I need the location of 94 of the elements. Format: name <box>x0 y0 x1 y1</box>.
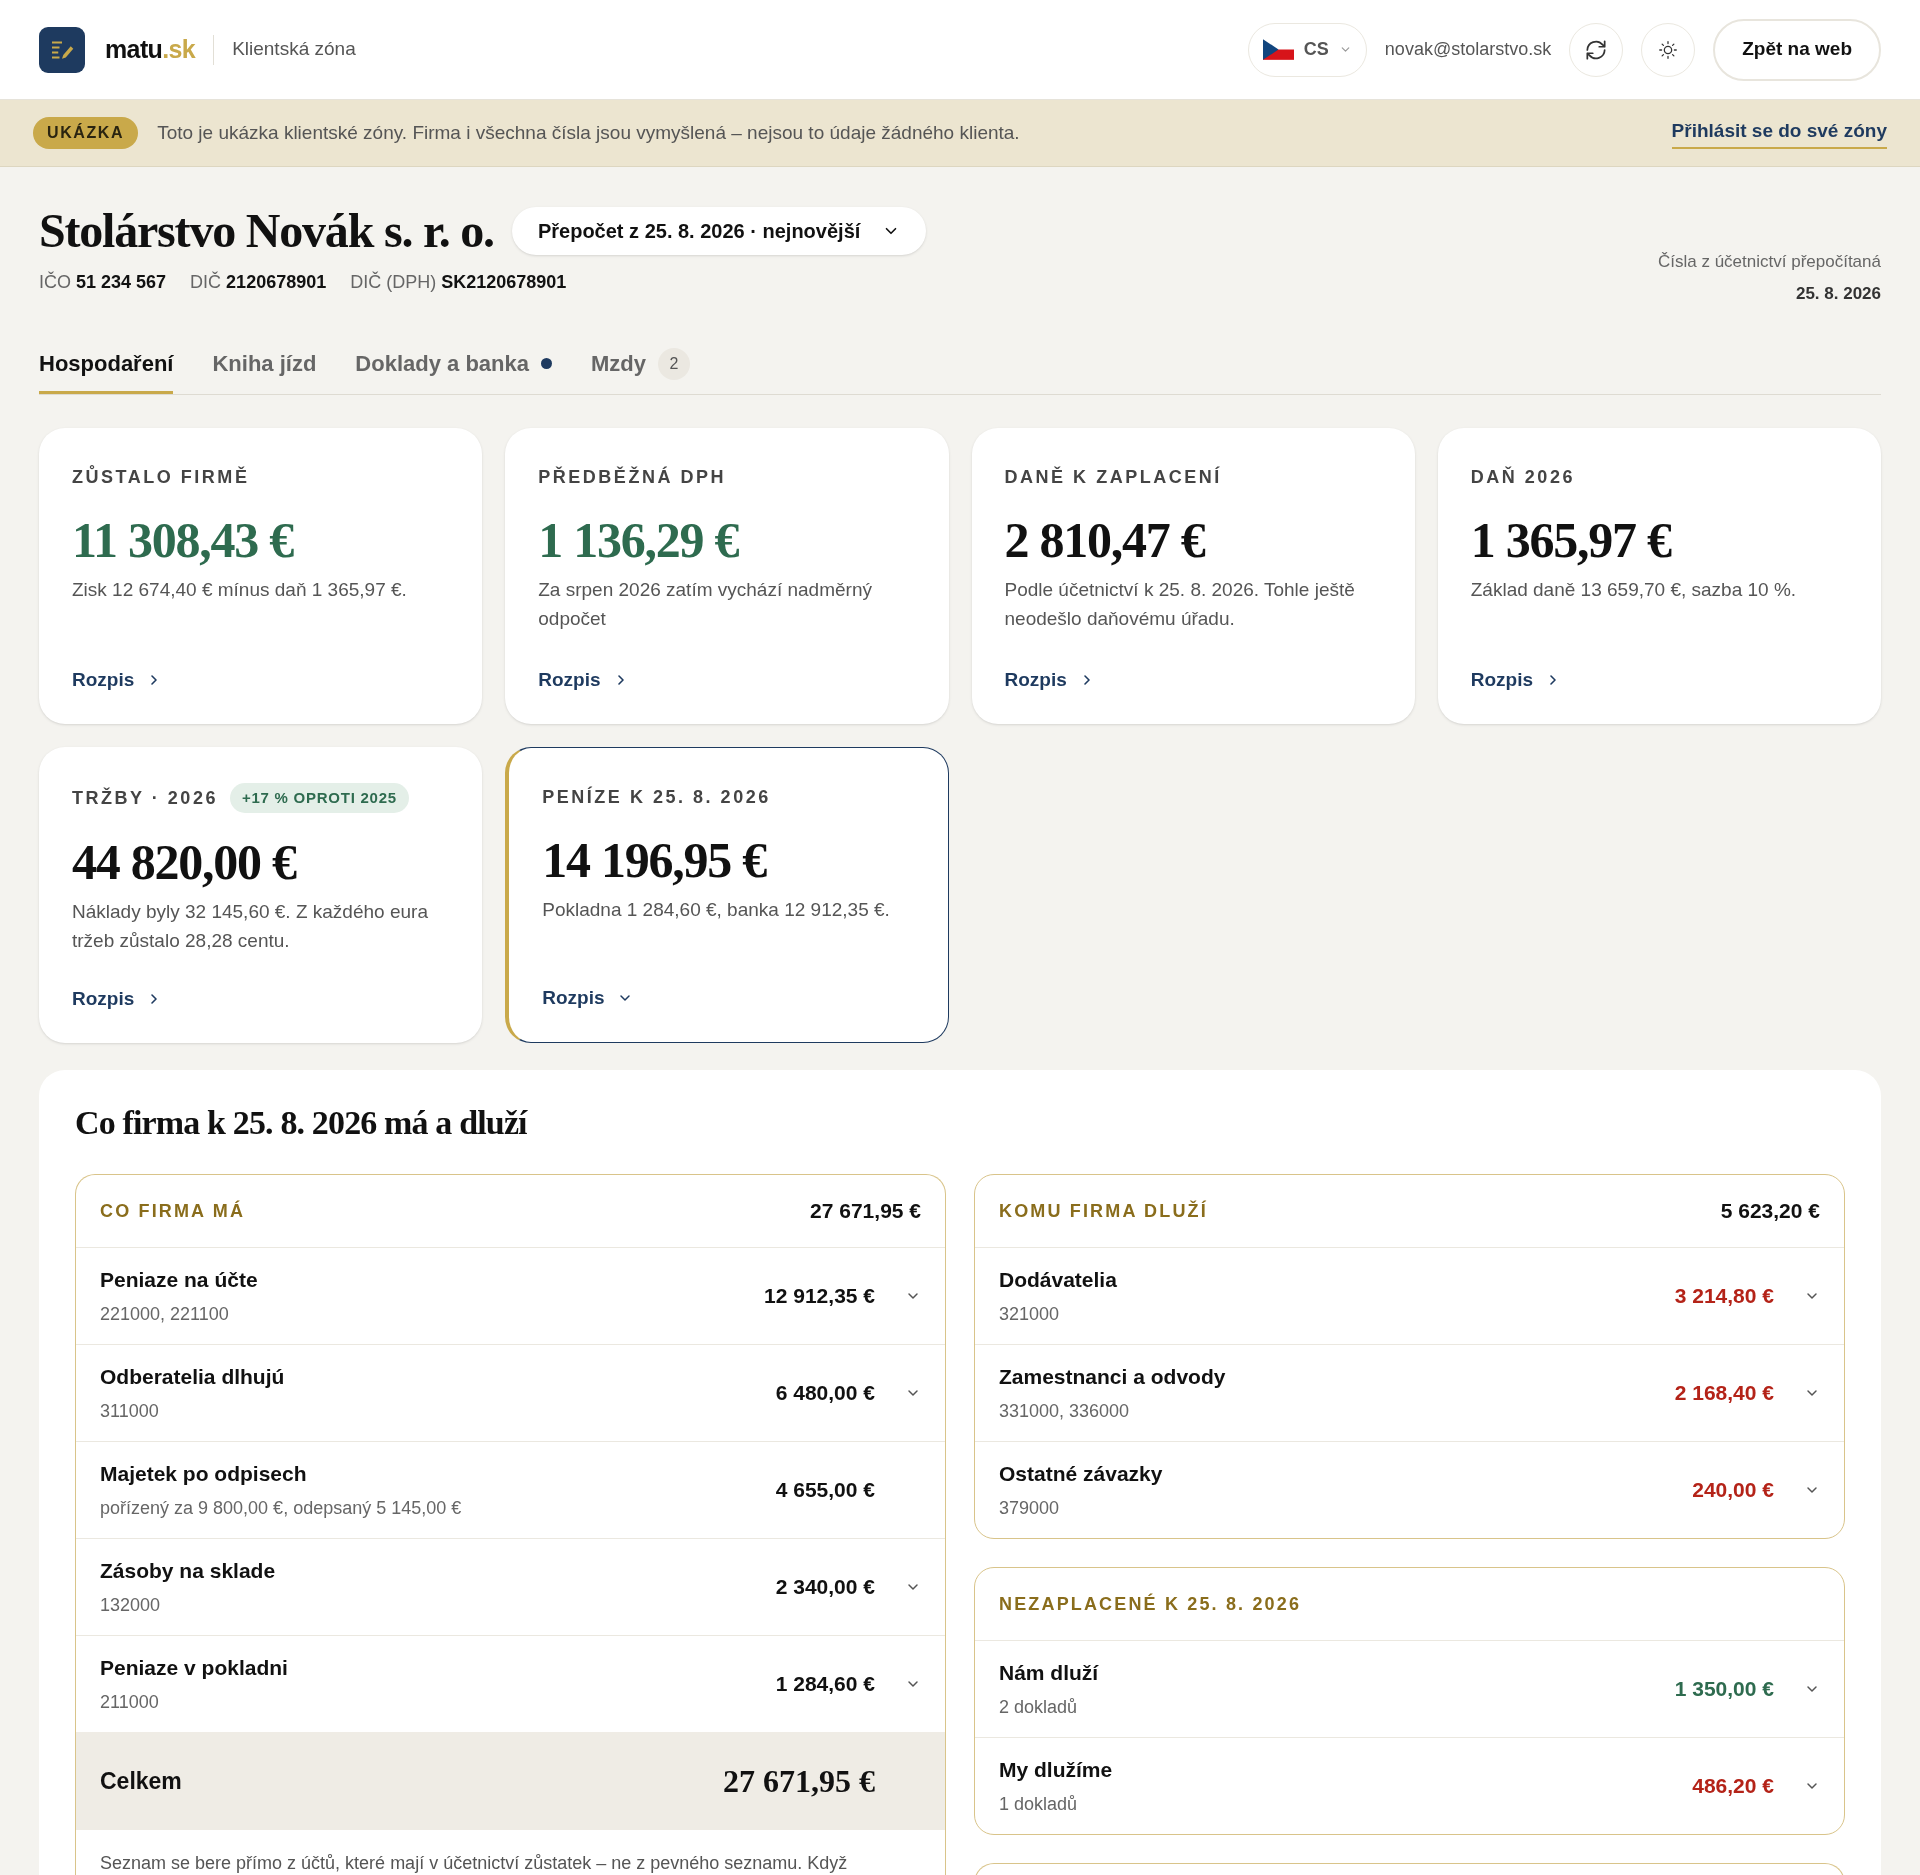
row-label: Nám dluží <box>999 1659 1100 1686</box>
banner-text: Toto je ukázka klientské zóny. Firma i všechna čísla jsou vymyšlená – nejsou to údaje žádného klienta. <box>157 120 1020 145</box>
panel-total: 27 671,95 € <box>810 1198 921 1225</box>
card-value: 44 820,00 € <box>72 837 298 887</box>
row-amount: 1 284,60 € <box>775 1671 875 1698</box>
company-id: IČO 51 234 567 <box>39 270 167 294</box>
card-value: 11 308,43 € <box>72 515 295 565</box>
logo-icon <box>39 26 85 73</box>
company-id: DIČ (DPH) SK2120678901 <box>350 270 567 294</box>
row-detail: 331000, 336000 <box>999 1400 1131 1424</box>
tab[interactable]: Hospodaření <box>39 336 174 394</box>
card-title: DANĚ K ZAPLACENÍ <box>1004 465 1222 489</box>
back-to-web-button[interactable]: Zpět na web <box>1713 18 1881 81</box>
card-note: Náklady byly 32 145,60 €. Z každého eura tržeb zůstalo 28,28 centu. <box>72 900 429 953</box>
row-label: Ostatné závazky <box>999 1460 1164 1487</box>
row-label: Majetek po odpisech <box>100 1460 308 1487</box>
card-note: Pokladna 1 284,60 €, banka 12 912,35 €. <box>542 898 891 922</box>
card-note: Zisk 12 674,40 € mínus daň 1 365,97 €. <box>72 578 408 602</box>
row-amount: 3 214,80 € <box>1674 1283 1774 1310</box>
tab[interactable]: Kniha jízd <box>212 336 317 394</box>
row-amount: 12 912,35 € <box>764 1283 875 1310</box>
row-amount: 1 350,00 € <box>1674 1676 1774 1703</box>
growth-badge: +17 % OPROTI 2025 <box>229 783 409 813</box>
row-detail: 211000 <box>100 1691 160 1715</box>
card-note: Základ daně 13 659,70 €, sazba 10 %. <box>1470 578 1798 602</box>
row-detail: 221000, 221100 <box>100 1303 230 1327</box>
footnote: Seznam se bere přímo z účtů, které mají v účetnictví zůstatek – ne z pevného seznamu. Když <box>99 1852 849 1875</box>
breakdown-link[interactable]: Rozpis <box>1004 665 1095 694</box>
balance-row[interactable]: Zásoby na sklade 132000 2 340,00 € <box>76 1538 945 1635</box>
card-value: 1 365,97 € <box>1470 515 1673 565</box>
panel-total: 5 623,20 € <box>1720 1198 1820 1225</box>
balance-row[interactable]: Zamestnanci a odvody 331000, 336000 2 168,40 € <box>975 1344 1844 1441</box>
row-amount: 6 480,00 € <box>775 1380 875 1407</box>
row-detail: 1 dokladů <box>999 1793 1079 1817</box>
tab[interactable]: Mzdy 2 <box>591 336 690 394</box>
count-badge: 2 <box>658 347 690 380</box>
balance-row[interactable]: Odberatelia dlhujú 311000 6 480,00 € <box>76 1344 945 1441</box>
breakdown-link[interactable]: Rozpis <box>1470 665 1562 694</box>
breakdown-link[interactable]: Rozpis <box>538 665 629 694</box>
row-detail: 379000 <box>999 1497 1061 1521</box>
breakdown-link[interactable]: Rozpis <box>72 984 163 1013</box>
row-amount: 240,00 € <box>1692 1477 1774 1504</box>
row-detail: 2 dokladů <box>999 1696 1079 1720</box>
card-value: 14 196,95 € <box>542 835 768 885</box>
row-amount: 4 655,00 € <box>775 1477 875 1504</box>
card-value: 1 136,29 € <box>538 515 740 565</box>
brand-name: matu.sk <box>105 33 196 65</box>
row-detail: 321000 <box>999 1303 1061 1327</box>
demo-badge: UKÁZKA <box>33 117 139 149</box>
balance-row[interactable]: Nám dluží 2 dokladů 1 350,00 € <box>975 1640 1844 1737</box>
row-label: Zásoby na sklade <box>100 1557 277 1584</box>
sun-icon <box>1657 38 1680 61</box>
row-label: Odberatelia dlhujú <box>100 1363 286 1390</box>
period-select[interactable]: Přepočet z 25. 8. 2026 · nejnovější <box>511 207 927 255</box>
panel-heading: NEZAPLACENÉ K 25. 8. 2026 <box>999 1592 1302 1616</box>
card-note: Za srpen 2026 zatím vychází nadměrný odpočet <box>538 578 873 631</box>
login-link[interactable]: Přihlásit se do své zóny <box>1671 116 1887 150</box>
panel-heading: KOMU FIRMA DLUŽÍ <box>999 1199 1208 1223</box>
card-title: TRŽBY · 2026 <box>72 786 218 810</box>
balance-row[interactable]: Ostatné závazky 379000 240,00 € <box>975 1441 1844 1538</box>
total-value: 27 671,95 € <box>723 1762 875 1801</box>
card-title: ZŮSTALO FIRMĚ <box>72 464 250 489</box>
row-label: Dodávatelia <box>999 1266 1118 1293</box>
recalc-note: Čísla z účetnictví přepočítaná <box>1658 251 1881 273</box>
tab[interactable]: Doklady a banka <box>355 336 552 394</box>
subtitle: Klientská zóna <box>232 37 356 62</box>
balance-row[interactable]: Dodávatelia 321000 3 214,80 € <box>975 1247 1844 1344</box>
card-title: PŘEDBĚŽNÁ DPH <box>538 465 727 489</box>
row-detail: pořízený za 9 800,00 €, odepsaný 5 145,00 € <box>100 1497 463 1521</box>
row-amount: 486,20 € <box>1692 1773 1774 1800</box>
breakdown-link[interactable]: Rozpis <box>542 983 633 1012</box>
card-title: PENÍZE K 25. 8. 2026 <box>542 785 771 809</box>
row-label: Peniaze v pokladni <box>100 1654 289 1681</box>
recalc-date: 25. 8. 2026 <box>1795 282 1881 305</box>
user-email: novak@stolarstvo.sk <box>1384 38 1552 61</box>
breakdown-link[interactable]: Rozpis <box>72 665 163 694</box>
row-amount: 2 340,00 € <box>775 1574 875 1601</box>
balance-row[interactable]: Peniaze na účte 221000, 221100 12 912,35 € <box>76 1247 945 1344</box>
total-label: Celkem <box>100 1766 183 1796</box>
company-name: Stolárstvo Novák s. r. o. <box>39 207 494 255</box>
card-title: DAŇ 2026 <box>1470 465 1575 489</box>
panel-heading: CO FIRMA MÁ <box>100 1199 246 1223</box>
row-label: Zamestnanci a odvody <box>999 1363 1227 1390</box>
row-label: Peniaze na účte <box>100 1266 259 1293</box>
row-detail: 311000 <box>100 1400 160 1424</box>
card-note: Podle účetnictví k 25. 8. 2026. Tohle ještě neodešlo daňovému úřadu. <box>1004 578 1356 631</box>
row-detail: 132000 <box>100 1594 162 1618</box>
card-value: 2 810,47 € <box>1004 515 1206 565</box>
company-id: DIČ 2120678901 <box>190 270 327 294</box>
flag-icon <box>1262 39 1294 60</box>
balance-row[interactable]: My dlužíme 1 dokladů 486,20 € <box>975 1737 1844 1834</box>
section-title: Co firma k 25. 8. 2026 má a dluží <box>75 1106 529 1140</box>
row-amount: 2 168,40 € <box>1674 1380 1774 1407</box>
row-label: My dlužíme <box>999 1756 1114 1783</box>
